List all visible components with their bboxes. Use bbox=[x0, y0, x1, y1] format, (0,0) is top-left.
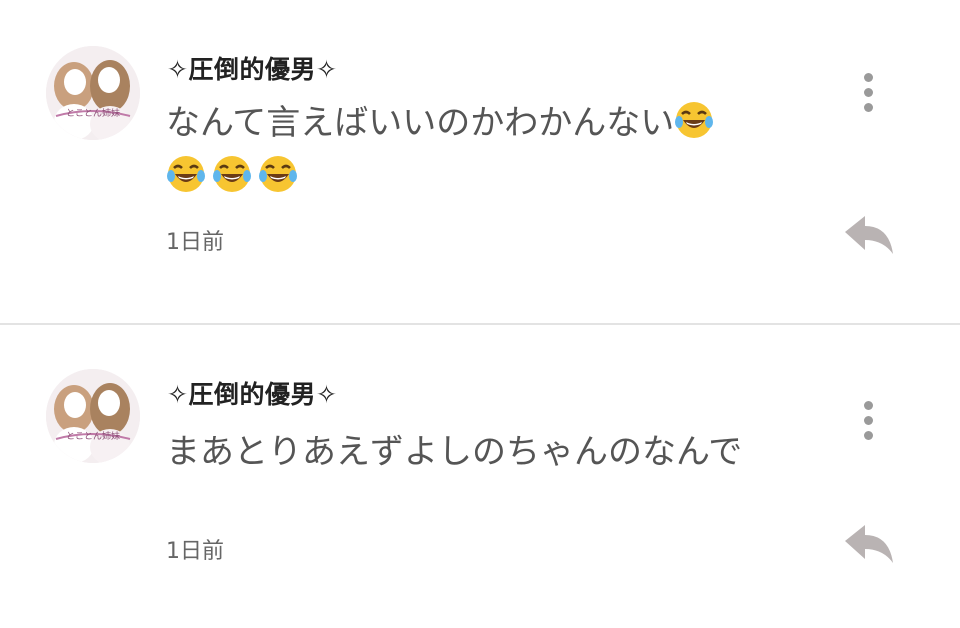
face-with-tears-of-joy-icon bbox=[674, 100, 714, 140]
reply-button[interactable] bbox=[843, 212, 895, 258]
comment-item: とことん姉妹 ✧圧倒的優男✧ なんて言えばいいのかわかんない 1日前 bbox=[0, 0, 960, 324]
timestamp: 1日前 bbox=[166, 230, 224, 255]
comment-text: まあとりあえずよしのちゃんのなんで bbox=[166, 425, 742, 479]
avatar[interactable]: とことん姉妹 bbox=[46, 46, 140, 140]
reply-arrow-icon bbox=[845, 525, 893, 563]
more-options-button[interactable] bbox=[852, 67, 884, 117]
reply-button[interactable] bbox=[843, 521, 895, 567]
comment-text-content: なんて言えばいいのかわかんない bbox=[166, 103, 675, 143]
comment-text-line: なんて言えばいいのかわかんない bbox=[166, 96, 720, 150]
timestamp: 1日前 bbox=[166, 539, 224, 564]
more-dots-icon bbox=[863, 400, 873, 410]
reply-arrow-icon bbox=[845, 216, 893, 254]
face-with-tears-of-joy-icon bbox=[166, 154, 206, 194]
username[interactable]: ✧圧倒的優男✧ bbox=[167, 375, 337, 411]
avatar-caption: とことん姉妹 bbox=[66, 430, 120, 442]
more-dots-icon bbox=[863, 72, 873, 82]
avatar-caption: とことん姉妹 bbox=[66, 107, 120, 119]
face-with-tears-of-joy-icon bbox=[212, 154, 252, 194]
comment-item: とことん姉妹 ✧圧倒的優男✧ まあとりあえずよしのちゃんのなんで 1日前 bbox=[0, 325, 960, 628]
emoji-row bbox=[166, 150, 720, 204]
username[interactable]: ✧圧倒的優男✧ bbox=[167, 50, 337, 86]
comment-text-content: まあとりあえずよしのちゃんのなんで bbox=[166, 432, 743, 472]
comment-text: なんて言えばいいのかわかんない bbox=[166, 96, 720, 204]
avatar[interactable]: とことん姉妹 bbox=[46, 369, 140, 463]
face-with-tears-of-joy-icon bbox=[258, 154, 298, 194]
more-options-button[interactable] bbox=[852, 395, 884, 445]
